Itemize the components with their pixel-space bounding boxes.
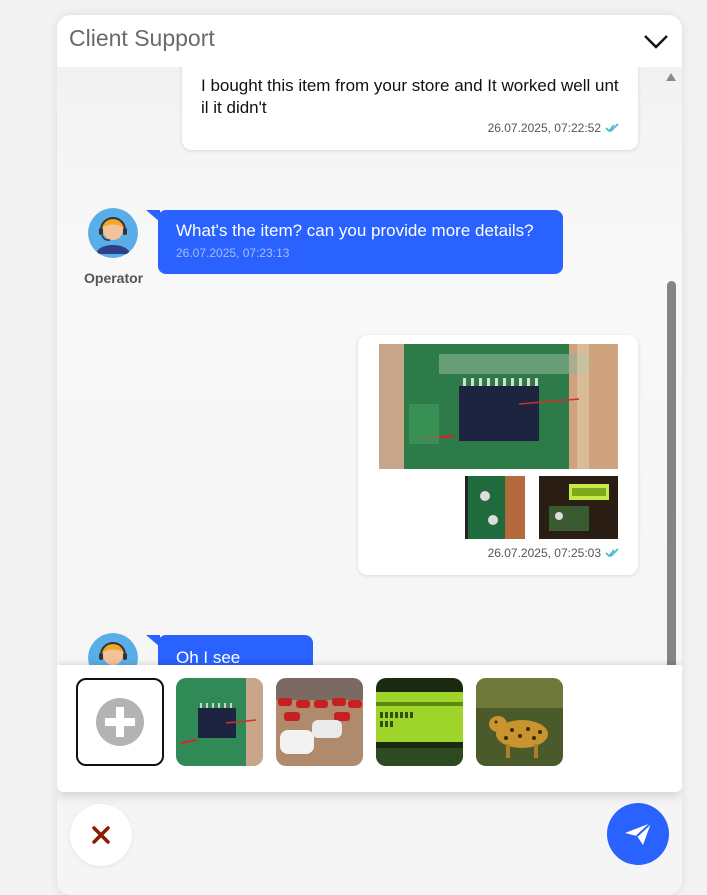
- collapse-button[interactable]: [641, 29, 671, 53]
- message-meta: 26.07.2025, 07:22:52: [488, 121, 620, 135]
- message-list[interactable]: I bought this item from your store and I…: [57, 67, 682, 667]
- user-message: I bought this item from your store and I…: [182, 67, 638, 150]
- attachment-thumbnail[interactable]: [376, 678, 463, 766]
- double-check-icon: [605, 548, 619, 558]
- scroll-up-arrow-icon[interactable]: [666, 73, 676, 81]
- send-button[interactable]: [607, 803, 669, 865]
- operator-message: What's the item? can you provide more de…: [158, 210, 563, 274]
- user-image-message: 26.07.2025, 07:25:03: [358, 335, 638, 575]
- message-meta: 26.07.2025, 07:25:03: [488, 546, 620, 560]
- operator-name: Operator: [84, 270, 144, 286]
- circuit-board-thumbnail: [176, 678, 263, 766]
- attachment-panel: [57, 665, 682, 792]
- message-time: 26.07.2025, 07:23:13: [176, 246, 290, 260]
- cancel-button[interactable]: [70, 804, 132, 866]
- circuit-board-photo[interactable]: [379, 344, 618, 469]
- operator-message: Oh I see: [158, 635, 313, 667]
- leopard-thumbnail: [476, 678, 563, 766]
- plus-icon: [96, 698, 144, 746]
- close-icon: [92, 826, 110, 844]
- message-time: 26.07.2025, 07:25:03: [487, 546, 601, 560]
- green-lcd-thumbnail: [376, 678, 463, 766]
- lcd-module-photo[interactable]: [539, 476, 618, 539]
- double-check-icon: [605, 123, 619, 133]
- operator-avatar: [88, 633, 138, 667]
- attachment-thumbnail[interactable]: [176, 678, 263, 766]
- add-attachment-button[interactable]: [76, 678, 164, 766]
- attachment-thumbnail[interactable]: [476, 678, 563, 766]
- operator-avatar: [88, 208, 138, 258]
- pcb-photo[interactable]: [457, 476, 525, 539]
- chat-scrollbar[interactable]: [664, 67, 678, 681]
- chat-title: Client Support: [69, 25, 215, 51]
- message-text: What's the item? can you provide more de…: [176, 221, 534, 240]
- red-cars-thumbnail: [276, 678, 363, 766]
- chevron-down-icon: [644, 35, 668, 49]
- message-text: I bought this item from your store and I…: [201, 76, 619, 117]
- message-time: 26.07.2025, 07:22:52: [487, 121, 601, 135]
- attachment-thumbnail[interactable]: [276, 678, 363, 766]
- send-icon: [625, 822, 652, 845]
- chat-header: Client Support: [57, 15, 682, 67]
- scrollbar-thumb[interactable]: [667, 281, 676, 681]
- message-text: Oh I see: [176, 648, 241, 667]
- support-chat-widget: Client Support I bought this item from y…: [57, 15, 682, 895]
